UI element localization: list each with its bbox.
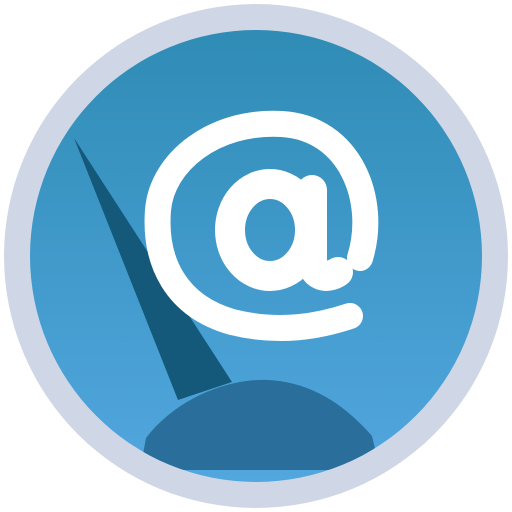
app-icon[interactable] bbox=[0, 0, 512, 512]
email-gauge-icon bbox=[4, 4, 508, 508]
